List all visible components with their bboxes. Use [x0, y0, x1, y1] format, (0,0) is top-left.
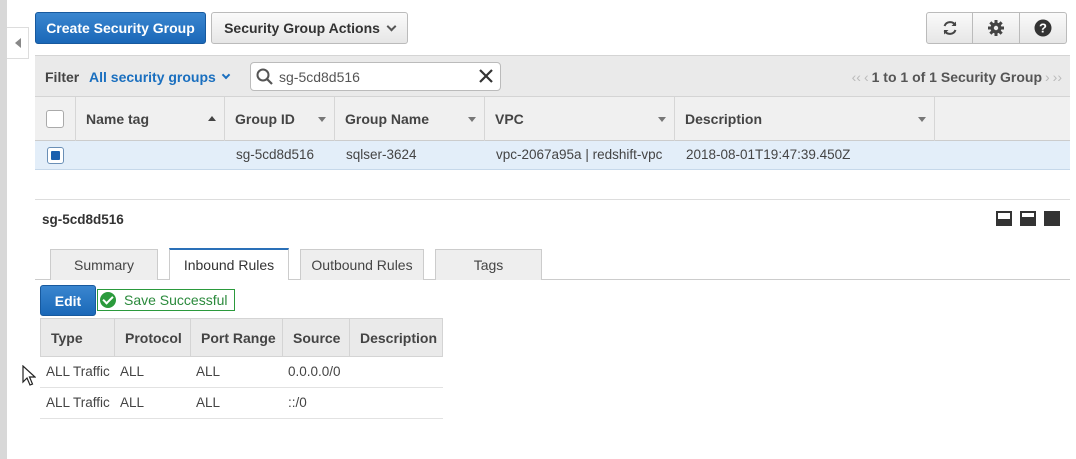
toolbar-icon-group: ? [926, 12, 1067, 44]
tab-label: Outbound Rules [311, 257, 413, 273]
rule-source: ::/0 [288, 395, 307, 410]
rule-source: 0.0.0.0/0 [288, 364, 341, 379]
column-header-name-tag[interactable]: Name tag [76, 97, 225, 141]
rules-column-protocol: Protocol [115, 319, 191, 356]
select-all-checkbox[interactable] [46, 110, 64, 128]
column-header-label: Group ID [235, 111, 295, 127]
svg-text:?: ? [1039, 21, 1047, 36]
search-icon [256, 68, 273, 85]
pane-divider[interactable] [35, 199, 1070, 200]
sort-icon [318, 117, 326, 122]
column-header-label: Group Name [345, 111, 430, 127]
security-group-actions-label: Security Group Actions [224, 20, 380, 36]
rule-protocol: ALL [120, 395, 145, 410]
left-edge-strip [0, 0, 7, 459]
rules-column-port-range: Port Range [191, 319, 283, 356]
tab-label: Tags [473, 257, 504, 273]
tab-tags[interactable]: Tags [435, 249, 542, 280]
chevron-left-icon [14, 38, 21, 48]
detail-title: sg-5cd8d516 [42, 212, 124, 227]
first-page-icon[interactable]: ‹‹ [852, 69, 861, 85]
tab-label: Summary [74, 257, 134, 273]
rules-column-label: Type [51, 329, 83, 346]
sort-icon [918, 117, 926, 122]
layout-bottom-small-icon[interactable] [996, 211, 1012, 226]
security-groups-table-header: Name tag Group ID Group Name VPC Descrip… [35, 97, 1070, 141]
filter-dropdown[interactable]: All security groups [89, 69, 231, 85]
previous-page-icon[interactable]: ‹ [864, 69, 869, 85]
rules-column-type: Type [41, 319, 115, 356]
row-checkbox[interactable] [47, 147, 64, 164]
next-page-icon[interactable]: › [1045, 69, 1050, 85]
rules-column-label: Description [360, 329, 438, 346]
save-status-message: Save Successful [97, 289, 235, 311]
cell-vpc: vpc-2067a95a | redshift-vpc [496, 147, 663, 162]
rule-type: ALL Traffic [46, 364, 110, 379]
last-page-icon[interactable]: ›› [1053, 69, 1062, 85]
column-header-label: Name tag [86, 111, 150, 127]
pagination-text: 1 to 1 of 1 Security Group [871, 69, 1042, 85]
sort-ascending-icon [208, 116, 216, 121]
rules-column-label: Source [293, 329, 341, 346]
settings-button[interactable] [973, 12, 1020, 44]
collapse-sidebar-button[interactable] [7, 27, 29, 59]
gear-icon [988, 20, 1004, 36]
column-header-vpc[interactable]: VPC [485, 97, 675, 141]
column-header-group-name[interactable]: Group Name [335, 97, 485, 141]
rules-column-label: Protocol [125, 329, 182, 346]
refresh-icon [943, 21, 956, 35]
tab-summary[interactable]: Summary [50, 249, 158, 280]
rules-column-label: Port Range [201, 329, 276, 346]
tab-label: Inbound Rules [183, 257, 275, 273]
filter-dropdown-value: All security groups [89, 69, 216, 85]
search-input[interactable]: sg-5cd8d516 [250, 62, 501, 91]
tab-inbound-rules[interactable]: Inbound Rules [169, 248, 289, 280]
pagination: ‹‹ ‹ 1 to 1 of 1 Security Group › ›› [852, 69, 1062, 85]
table-row[interactable]: sg-5cd8d516 sqlser-3624 vpc-2067a95a | r… [35, 141, 1070, 170]
column-header-label: Description [685, 111, 763, 127]
chevron-down-icon [221, 70, 231, 80]
rule-protocol: ALL [120, 364, 145, 379]
refresh-button[interactable] [926, 12, 973, 44]
filter-label: Filter [45, 69, 80, 85]
layout-toggle-group [996, 211, 1060, 226]
column-header-description[interactable]: Description [675, 97, 935, 141]
tab-outbound-rules[interactable]: Outbound Rules [300, 249, 424, 280]
cell-description: 2018-08-01T19:47:39.450Z [686, 147, 851, 162]
layout-maximize-icon[interactable] [1044, 211, 1060, 226]
sort-icon [658, 117, 666, 122]
close-icon[interactable] [478, 68, 494, 84]
column-header-label: VPC [495, 111, 524, 127]
column-header-group-id[interactable]: Group ID [225, 97, 335, 141]
mouse-cursor-icon [22, 365, 36, 386]
help-button[interactable]: ? [1020, 12, 1067, 44]
rule-port-range: ALL [196, 364, 221, 379]
filter-bar: Filter All security groups sg-5cd8d516 ‹… [35, 55, 1070, 97]
cell-group-name: sqlser-3624 [346, 147, 417, 162]
create-security-group-button[interactable]: Create Security Group [35, 12, 206, 44]
inbound-rules-table-header: Type Protocol Port Range Source Descript… [40, 318, 443, 357]
select-all-cell [35, 97, 76, 141]
layout-bottom-half-icon[interactable] [1020, 211, 1036, 226]
sort-icon [468, 117, 476, 122]
check-circle-icon [100, 292, 116, 308]
edit-button[interactable]: Edit [40, 285, 96, 316]
rule-row: ALL Traffic ALL ALL 0.0.0.0/0 [40, 357, 443, 388]
rule-type: ALL Traffic [46, 395, 110, 410]
rules-column-source: Source [283, 319, 350, 356]
save-status-text: Save Successful [124, 292, 228, 308]
rule-port-range: ALL [196, 395, 221, 410]
search-input-value: sg-5cd8d516 [279, 69, 360, 85]
rule-row: ALL Traffic ALL ALL ::/0 [40, 388, 443, 419]
cell-group-id: sg-5cd8d516 [236, 147, 315, 162]
security-group-actions-button[interactable]: Security Group Actions [211, 12, 408, 44]
rules-column-description: Description [350, 319, 443, 356]
chevron-down-icon [386, 21, 397, 31]
help-icon: ? [1034, 19, 1052, 37]
